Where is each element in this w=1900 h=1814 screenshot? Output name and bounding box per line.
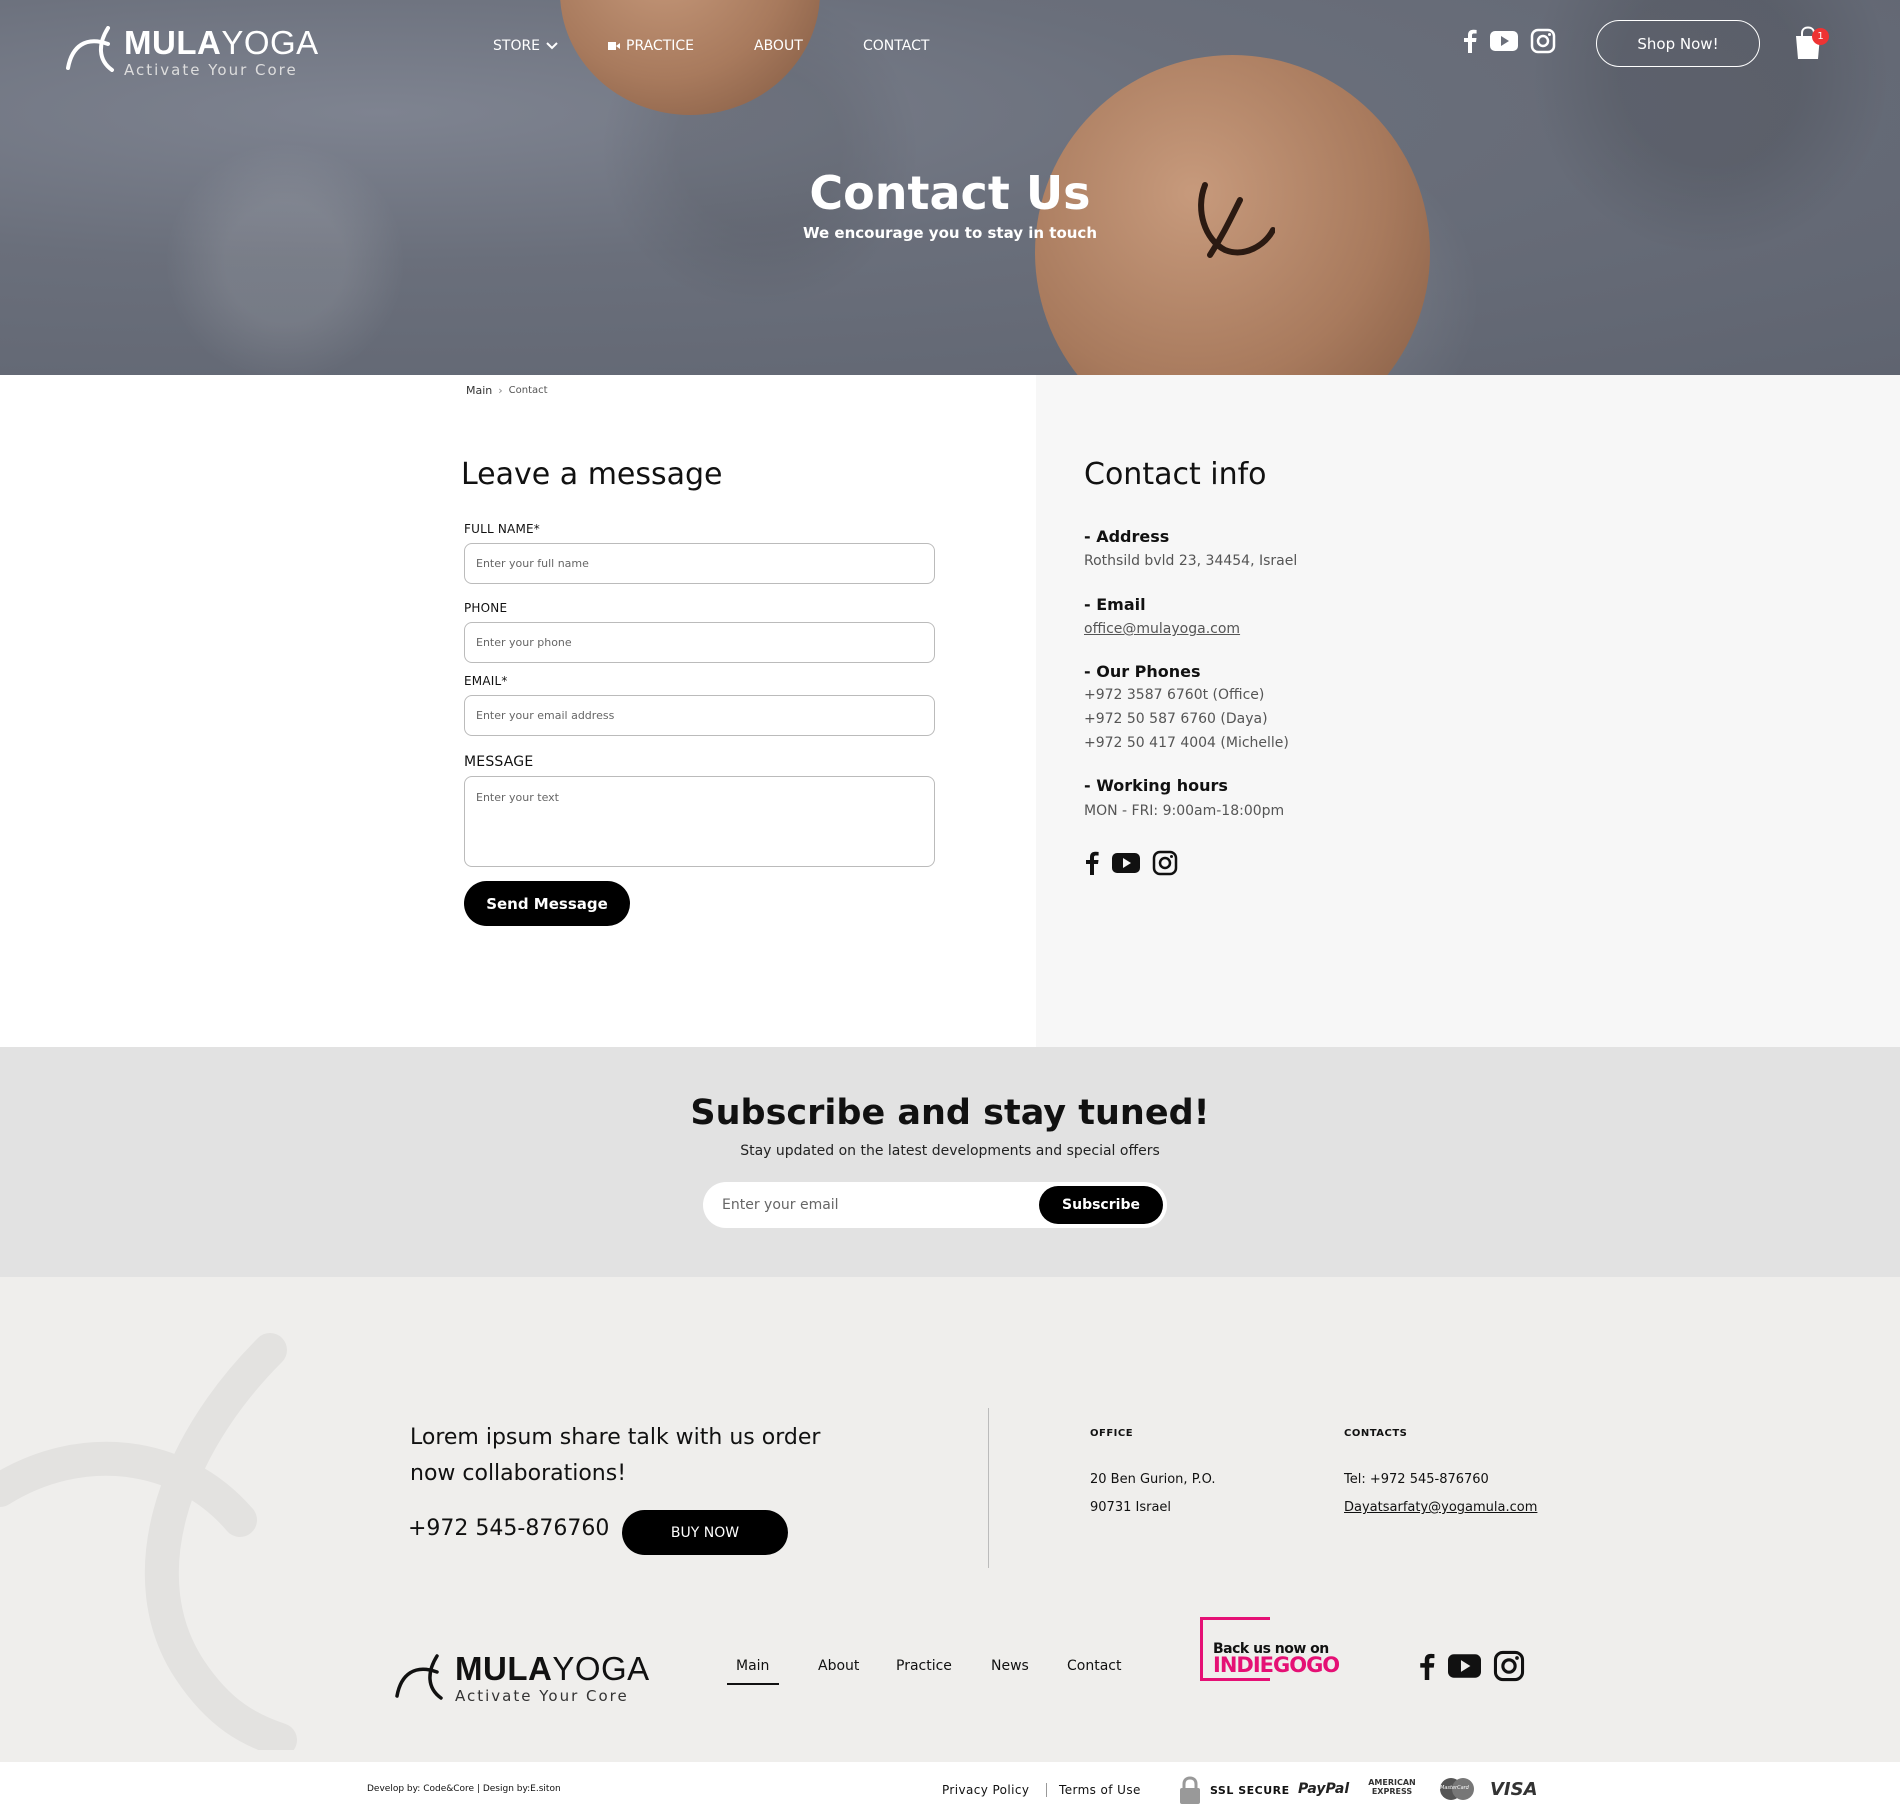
logo-mark-icon — [395, 1654, 443, 1700]
message-field[interactable] — [464, 776, 935, 867]
phones-heading: - Our Phones — [1084, 662, 1201, 681]
footer-lead-text: Lorem ipsum share talk with us order now… — [410, 1425, 821, 1486]
hours-value: MON - FRI: 9:00am-18:00pm — [1084, 803, 1285, 819]
address-heading: - Address — [1084, 527, 1170, 546]
subscribe-title: Subscribe and stay tuned! — [690, 1093, 1210, 1133]
youtube-icon[interactable] — [1490, 31, 1518, 51]
paypal-logo: PayPal — [1298, 1781, 1350, 1797]
video-camera-icon — [608, 42, 620, 50]
footer-nav-news[interactable]: News — [991, 1658, 1029, 1674]
facebook-icon[interactable] — [1084, 851, 1100, 875]
address-value: Rothsild bvld 23, 34454, Israel — [1084, 553, 1298, 569]
site-logo[interactable]: MULAYOGA Activate Your Core — [64, 26, 319, 79]
phone-daya: +972 50 587 6760 (Daya) — [1084, 711, 1268, 727]
email-heading: - Email — [1084, 595, 1146, 614]
youtube-icon[interactable] — [1112, 853, 1140, 873]
footer-divider — [988, 1408, 989, 1568]
email-field[interactable] — [464, 695, 935, 736]
contacts-email-link[interactable]: Dayatsarfaty@yogamula.com — [1344, 1500, 1537, 1515]
logo-mark-icon — [66, 26, 114, 72]
subscribe-email-input[interactable] — [722, 1190, 1022, 1220]
footer-nav-practice[interactable]: Practice — [896, 1658, 952, 1674]
footer-nav-about[interactable]: About — [818, 1658, 859, 1674]
breadcrumb-current: Contact — [508, 385, 548, 396]
send-message-button[interactable]: Send Message — [464, 881, 630, 926]
office-line-1: 20 Ben Gurion, P.O. — [1090, 1472, 1216, 1487]
contact-social-links — [1084, 850, 1178, 876]
lock-icon — [1180, 1776, 1200, 1804]
indiegogo-badge[interactable]: Back us now on INDIEGOGO — [1200, 1617, 1340, 1681]
subscribe-section — [0, 1047, 1900, 1277]
facebook-icon[interactable] — [1418, 1653, 1436, 1680]
email-link[interactable]: office@mulayoga.com — [1084, 621, 1240, 637]
nav-contact[interactable]: CONTACT — [863, 38, 929, 54]
amex-logo: AMERICAN EXPRESS — [1368, 1778, 1416, 1796]
footer-nav-contact[interactable]: Contact — [1067, 1658, 1121, 1674]
nav-store[interactable]: STORE — [493, 38, 558, 54]
terms-of-use-link[interactable]: Terms of Use — [1059, 1783, 1141, 1797]
office-heading: OFFICE — [1090, 1428, 1134, 1439]
instagram-icon[interactable] — [1152, 850, 1178, 876]
office-line-2: 90731 Israel — [1090, 1500, 1172, 1515]
logo-wordmark: MULAYOGA — [124, 24, 319, 61]
instagram-icon[interactable] — [1493, 1650, 1525, 1682]
footer-logo[interactable]: MULAYOGA Activate Your Core — [393, 1652, 650, 1705]
cart-count-badge: 1 — [1812, 28, 1829, 45]
message-label: MESSAGE — [464, 754, 534, 770]
footer-phone[interactable]: +972 545-876760 — [408, 1516, 609, 1541]
indiegogo-line-2: INDIEGOGO — [1213, 1653, 1340, 1677]
header-social-links — [1462, 28, 1556, 54]
hours-heading: - Working hours — [1084, 776, 1228, 795]
breadcrumb-separator: › — [498, 384, 503, 397]
instagram-icon[interactable] — [1530, 28, 1556, 54]
buy-now-button[interactable]: BUY NOW — [622, 1510, 788, 1555]
logo-tagline: Activate Your Core — [455, 1687, 629, 1705]
nav-practice[interactable]: PRACTICE — [608, 38, 694, 54]
form-title: Leave a message — [461, 457, 723, 492]
logo-wordmark: MULAYOGA — [455, 1650, 650, 1687]
full-name-label: FULL NAME* — [464, 522, 540, 536]
visa-logo: VISA — [1490, 1779, 1538, 1800]
logo-watermark-icon — [0, 1333, 297, 1750]
phone-label: PHONE — [464, 601, 508, 615]
contacts-heading: CONTACTS — [1344, 1428, 1408, 1439]
logo-tagline: Activate Your Core — [124, 61, 298, 79]
subscribe-button[interactable]: Subscribe — [1039, 1186, 1163, 1224]
footer-nav-active-indicator — [727, 1683, 779, 1685]
subscribe-subtitle: Stay updated on the latest developments … — [740, 1143, 1160, 1159]
contacts-tel[interactable]: Tel: +972 545-876760 — [1344, 1472, 1489, 1487]
page-subtitle: We encourage you to stay in touch — [803, 224, 1097, 242]
breadcrumb-main-link[interactable]: Main — [466, 384, 492, 397]
footer-social-links — [1418, 1650, 1525, 1682]
email-label: EMAIL* — [464, 674, 508, 688]
privacy-policy-link[interactable]: Privacy Policy — [942, 1783, 1029, 1797]
facebook-icon[interactable] — [1462, 29, 1478, 53]
footer-nav-main[interactable]: Main — [736, 1658, 769, 1674]
shop-now-button[interactable]: Shop Now! — [1596, 20, 1760, 67]
breadcrumb: Main › Contact — [466, 384, 548, 397]
chevron-down-icon — [546, 42, 558, 50]
legal-separator — [1046, 1783, 1047, 1797]
page-title: Contact Us — [809, 166, 1091, 220]
contact-info-title: Contact info — [1084, 457, 1267, 492]
full-name-field[interactable] — [464, 543, 935, 584]
phone-michelle: +972 50 417 4004 (Michelle) — [1084, 735, 1289, 751]
site-credit: Develop by: Code&Core | Design by:E.sito… — [367, 1784, 561, 1794]
phone-field[interactable] — [464, 622, 935, 663]
phone-office: +972 3587 6760t (Office) — [1084, 687, 1265, 703]
nav-about[interactable]: ABOUT — [754, 38, 803, 54]
youtube-icon[interactable] — [1448, 1654, 1481, 1678]
ssl-secure-badge: SSL SECURE — [1178, 1775, 1290, 1805]
mastercard-logo: MasterCard — [1438, 1777, 1476, 1801]
